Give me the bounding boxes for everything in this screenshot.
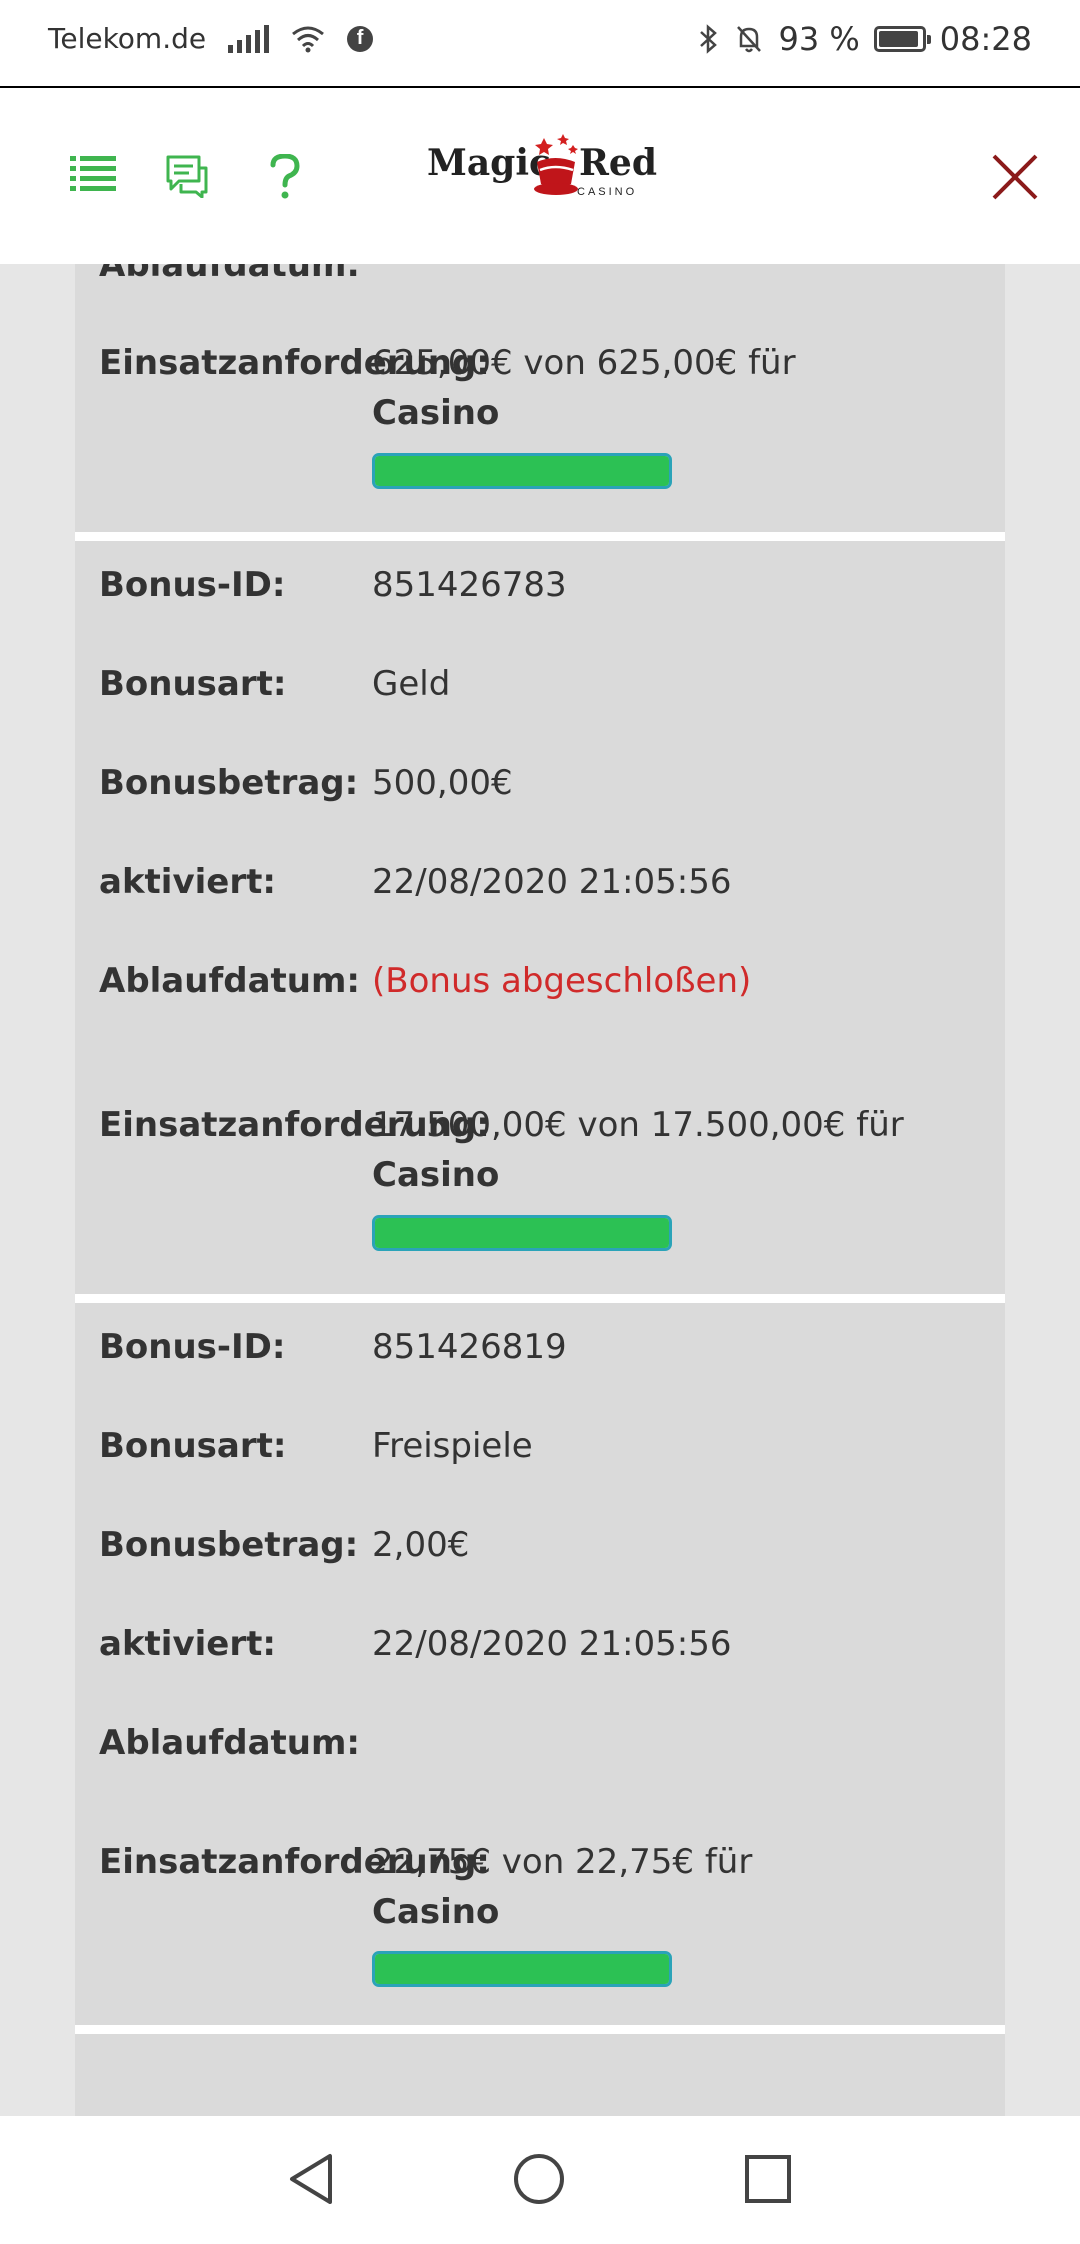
bonus-type-value: Geld — [372, 664, 451, 704]
bonus-type-label: Bonusart: — [99, 664, 287, 704]
bonus-id-label: Bonus-ID: — [99, 1327, 286, 1367]
status-bar: Telekom.de f 93 % 08:28 — [0, 0, 1080, 86]
recents-icon[interactable] — [744, 2154, 792, 2204]
wager-value: 22,75€ von 22,75€ für Casino — [372, 1837, 992, 1937]
bonus-card: Bonus-ID: 851426819 Bonusart: Freispiele… — [75, 1303, 1005, 2025]
wifi-icon — [292, 26, 325, 52]
chat-icon[interactable] — [165, 154, 209, 198]
close-icon[interactable] — [990, 152, 1040, 202]
bonus-id-value: 851426819 — [372, 1327, 567, 1367]
wager-progress-fill — [375, 1218, 669, 1248]
wager-amount: 22,75€ von 22,75€ für — [372, 1842, 753, 1882]
back-icon[interactable] — [286, 2152, 334, 2206]
activated-label: aktiviert: — [99, 1624, 276, 1664]
help-icon[interactable] — [270, 154, 300, 200]
bonus-history-list[interactable]: Ablaufdatum: Einsatzanforderung: 625,00€… — [0, 264, 1080, 2116]
wager-game: Casino — [372, 393, 500, 433]
navigation-bar — [0, 2116, 1080, 2244]
bonus-card: Ablaufdatum: Einsatzanforderung: 625,00€… — [75, 264, 1005, 532]
wager-amount: 17.500,00€ von 17.500,00€ für — [372, 1105, 904, 1145]
expiry-label: Ablaufdatum: — [99, 961, 361, 1001]
wager-progress-bar — [372, 453, 672, 489]
expiry-label: Ablaufdatum: — [99, 1723, 361, 1763]
bonus-card — [75, 2034, 1005, 2116]
expiry-label: Ablaufdatum: — [99, 264, 361, 285]
wager-label: Einsatzanforderung: — [99, 1105, 490, 1145]
wager-game: Casino — [372, 1892, 500, 1932]
clock: 08:28 — [939, 20, 1032, 58]
wager-game: Casino — [372, 1155, 500, 1195]
facebook-icon: f — [347, 25, 374, 52]
logo-casino: CASINO — [577, 186, 638, 198]
bonus-card: Bonus-ID: 851426783 Bonusart: Geld Bonus… — [75, 541, 1005, 1294]
bonus-id-value: 851426783 — [372, 565, 567, 605]
logo-red: Red — [579, 142, 657, 184]
battery-percent: 93 % — [778, 20, 860, 58]
wager-value: 625,00€ von 625,00€ für Casino — [372, 338, 992, 438]
home-icon[interactable] — [512, 2152, 566, 2206]
wager-progress-bar — [372, 1951, 672, 1987]
wager-label: Einsatzanforderung: — [99, 343, 490, 383]
mute-bell-icon — [737, 26, 762, 53]
carrier-label: Telekom.de — [48, 22, 207, 55]
divider — [75, 2025, 1005, 2034]
wager-progress-fill — [375, 456, 669, 486]
divider — [75, 1294, 1005, 1303]
wager-progress-fill — [375, 1954, 669, 1984]
battery-icon — [873, 26, 931, 52]
bonus-amount-value: 2,00€ — [372, 1525, 470, 1565]
bonus-amount-label: Bonusbetrag: — [99, 1525, 359, 1565]
activated-value: 22/08/2020 21:05:56 — [372, 1624, 732, 1664]
expiry-value: (Bonus abgeschloßen) — [372, 961, 752, 1001]
wager-progress-bar — [372, 1215, 672, 1251]
activated-label: aktiviert: — [99, 862, 276, 902]
activated-value: 22/08/2020 21:05:56 — [372, 862, 732, 902]
list-icon[interactable] — [70, 154, 116, 192]
bonus-type-label: Bonusart: — [99, 1426, 287, 1466]
bonus-id-label: Bonus-ID: — [99, 565, 286, 605]
magic-hat-icon — [534, 134, 578, 195]
bonus-amount-value: 500,00€ — [372, 763, 513, 803]
bonus-type-value: Freispiele — [372, 1426, 533, 1466]
wager-amount: 625,00€ von 625,00€ für — [372, 343, 796, 383]
bluetooth-icon — [700, 24, 718, 54]
app-header: Magic Red CASINO — [0, 86, 1080, 264]
magic-red-logo: Magic Red CASINO — [427, 134, 659, 218]
bonus-amount-label: Bonusbetrag: — [99, 763, 359, 803]
wager-label: Einsatzanforderung: — [99, 1842, 490, 1882]
divider — [75, 532, 1005, 541]
signal-icon — [228, 24, 270, 53]
wager-value: 17.500,00€ von 17.500,00€ für Casino — [372, 1100, 992, 1200]
